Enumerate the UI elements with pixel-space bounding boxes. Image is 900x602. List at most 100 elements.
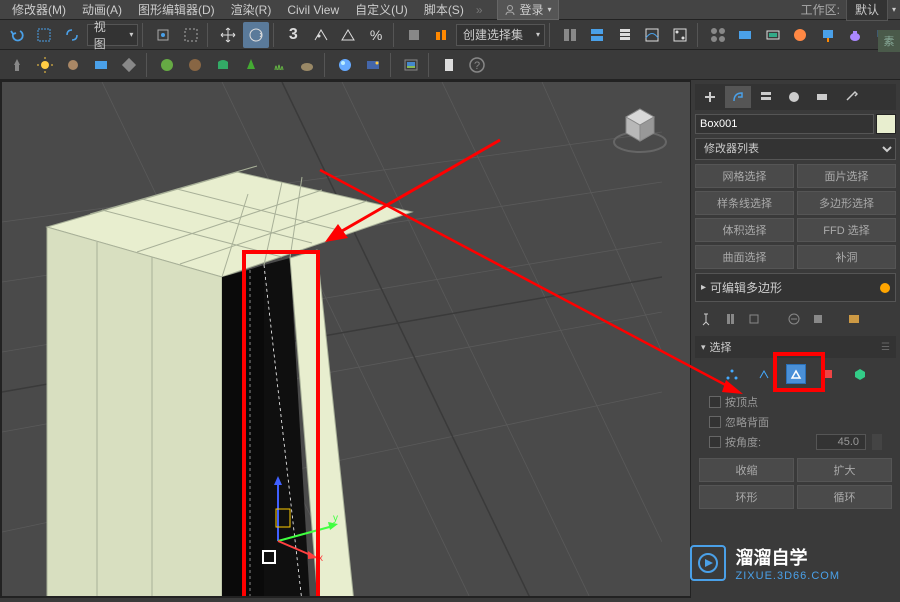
snap-button[interactable] xyxy=(308,22,334,48)
spline-select-button[interactable]: 样条线选择 xyxy=(695,191,794,215)
selection-set-dropdown[interactable]: 创建选择集 xyxy=(456,24,545,46)
ffd-select-button[interactable]: FFD 选择 xyxy=(797,218,896,242)
sphere-preview-button[interactable] xyxy=(332,52,358,78)
edge-level-button[interactable] xyxy=(754,364,774,384)
ignore-back-checkbox[interactable] xyxy=(709,416,721,428)
render-frame-button[interactable] xyxy=(760,22,786,48)
teapot-button[interactable] xyxy=(843,22,869,48)
redo-button[interactable] xyxy=(32,22,58,48)
poly-select-button[interactable]: 多边形选择 xyxy=(797,191,896,215)
menu-render[interactable]: 渲染(R) xyxy=(223,0,280,20)
watermark-play-icon xyxy=(690,545,726,581)
render-out-button[interactable] xyxy=(815,22,841,48)
percent-snap-button[interactable]: % xyxy=(363,22,389,48)
ring-button[interactable]: 环形 xyxy=(699,485,794,509)
mesh-select-button[interactable]: 网格选择 xyxy=(695,164,794,188)
mirror-button[interactable] xyxy=(401,22,427,48)
user-icon xyxy=(504,4,516,16)
menu-modifier[interactable]: 修改器(M) xyxy=(4,0,74,20)
curve-editor-button[interactable] xyxy=(640,22,666,48)
viewcube[interactable] xyxy=(610,97,670,157)
box-object[interactable] xyxy=(2,82,422,598)
env-button[interactable] xyxy=(360,52,386,78)
geo-tree-button[interactable] xyxy=(238,52,264,78)
unique-button[interactable] xyxy=(745,310,763,328)
align-button[interactable] xyxy=(428,22,454,48)
select-tool[interactable] xyxy=(178,22,204,48)
doc-button[interactable] xyxy=(436,52,462,78)
stack-toolbar xyxy=(695,306,896,332)
light-spot-button[interactable] xyxy=(60,52,86,78)
shrink-button[interactable]: 收缩 xyxy=(699,458,794,482)
workspace-dropdown[interactable]: 默认 xyxy=(846,0,888,21)
modifier-stack[interactable]: ▸ 可编辑多边形 xyxy=(695,273,896,302)
light-sky-button[interactable] xyxy=(116,52,142,78)
schematic-button[interactable] xyxy=(667,22,693,48)
login-button[interactable]: 登录 ▾ xyxy=(497,0,559,20)
geo-box-button[interactable] xyxy=(182,52,208,78)
angle-spinner[interactable] xyxy=(872,434,882,450)
preset-button[interactable] xyxy=(845,310,863,328)
rotate-button[interactable] xyxy=(243,22,269,48)
light-omni-button[interactable] xyxy=(4,52,30,78)
menu-customize[interactable]: 自定义(U) xyxy=(347,0,416,20)
undo-button[interactable] xyxy=(4,22,30,48)
side-tab[interactable]: 素 xyxy=(878,30,900,52)
modifier-list-dropdown[interactable]: 修改器列表 xyxy=(695,138,896,160)
object-name-input[interactable] xyxy=(695,114,874,134)
angle-snap-button[interactable] xyxy=(336,22,362,48)
remove-button[interactable] xyxy=(785,310,803,328)
toggle2-button[interactable] xyxy=(585,22,611,48)
tab-hierarchy[interactable] xyxy=(753,86,779,108)
geo-plane-button[interactable] xyxy=(210,52,236,78)
geo-rock-button[interactable] xyxy=(294,52,320,78)
light-area-button[interactable] xyxy=(88,52,114,78)
vol-select-button[interactable]: 体积选择 xyxy=(695,218,794,242)
selection-rollout-header[interactable]: ▾ 选择 ☰ xyxy=(695,336,896,358)
geo-sphere-button[interactable] xyxy=(154,52,180,78)
object-color-swatch[interactable] xyxy=(876,114,896,134)
pin-button[interactable] xyxy=(697,310,715,328)
watermark-text: 溜溜自学 xyxy=(736,544,840,570)
viewport[interactable]: y x xyxy=(0,80,690,598)
show-result-button[interactable] xyxy=(721,310,739,328)
patch-select-button[interactable]: 面片选择 xyxy=(797,164,896,188)
material-button[interactable] xyxy=(705,22,731,48)
subdivide-button[interactable]: 补洞 xyxy=(797,245,896,269)
config-button[interactable] xyxy=(809,310,827,328)
chevron-down-icon: ▾ xyxy=(701,342,706,353)
tab-display[interactable] xyxy=(809,86,835,108)
grow-button[interactable]: 扩大 xyxy=(797,458,892,482)
menu-graph[interactable]: 图形编辑器(D) xyxy=(130,0,223,20)
tab-modify[interactable] xyxy=(725,86,751,108)
help-button[interactable]: ? xyxy=(464,52,490,78)
by-vertex-checkbox[interactable] xyxy=(709,396,721,408)
render-button[interactable] xyxy=(788,22,814,48)
border-level-button[interactable] xyxy=(786,364,806,384)
stack-item-editable-poly[interactable]: ▸ 可编辑多边形 xyxy=(699,277,892,298)
toggle1-button[interactable] xyxy=(557,22,583,48)
vertex-level-button[interactable] xyxy=(722,364,742,384)
view-dropdown[interactable]: 视图 xyxy=(87,24,139,46)
move-gizmo[interactable]: y x xyxy=(258,471,348,561)
light-sun-button[interactable] xyxy=(32,52,58,78)
link-button[interactable] xyxy=(59,22,85,48)
render-preview-button[interactable] xyxy=(398,52,424,78)
geo-grass-button[interactable] xyxy=(266,52,292,78)
layer-button[interactable] xyxy=(612,22,638,48)
select-button[interactable] xyxy=(150,22,176,48)
surf-select-button[interactable]: 曲面选择 xyxy=(695,245,794,269)
move-button[interactable] xyxy=(215,22,241,48)
tab-utilities[interactable] xyxy=(837,86,863,108)
element-level-button[interactable] xyxy=(850,364,870,384)
tab-motion[interactable] xyxy=(781,86,807,108)
scale-button[interactable]: 3 xyxy=(281,22,307,48)
polygon-level-button[interactable] xyxy=(818,364,838,384)
angle-value-input[interactable]: 45.0 xyxy=(816,434,866,450)
tab-create[interactable] xyxy=(697,86,723,108)
render-setup-button[interactable] xyxy=(732,22,758,48)
menu-civil[interactable]: Civil View xyxy=(279,1,347,19)
menu-maxscript[interactable]: 脚本(S) xyxy=(416,0,472,20)
by-angle-checkbox[interactable] xyxy=(709,436,721,448)
loop-button[interactable]: 循环 xyxy=(797,485,892,509)
